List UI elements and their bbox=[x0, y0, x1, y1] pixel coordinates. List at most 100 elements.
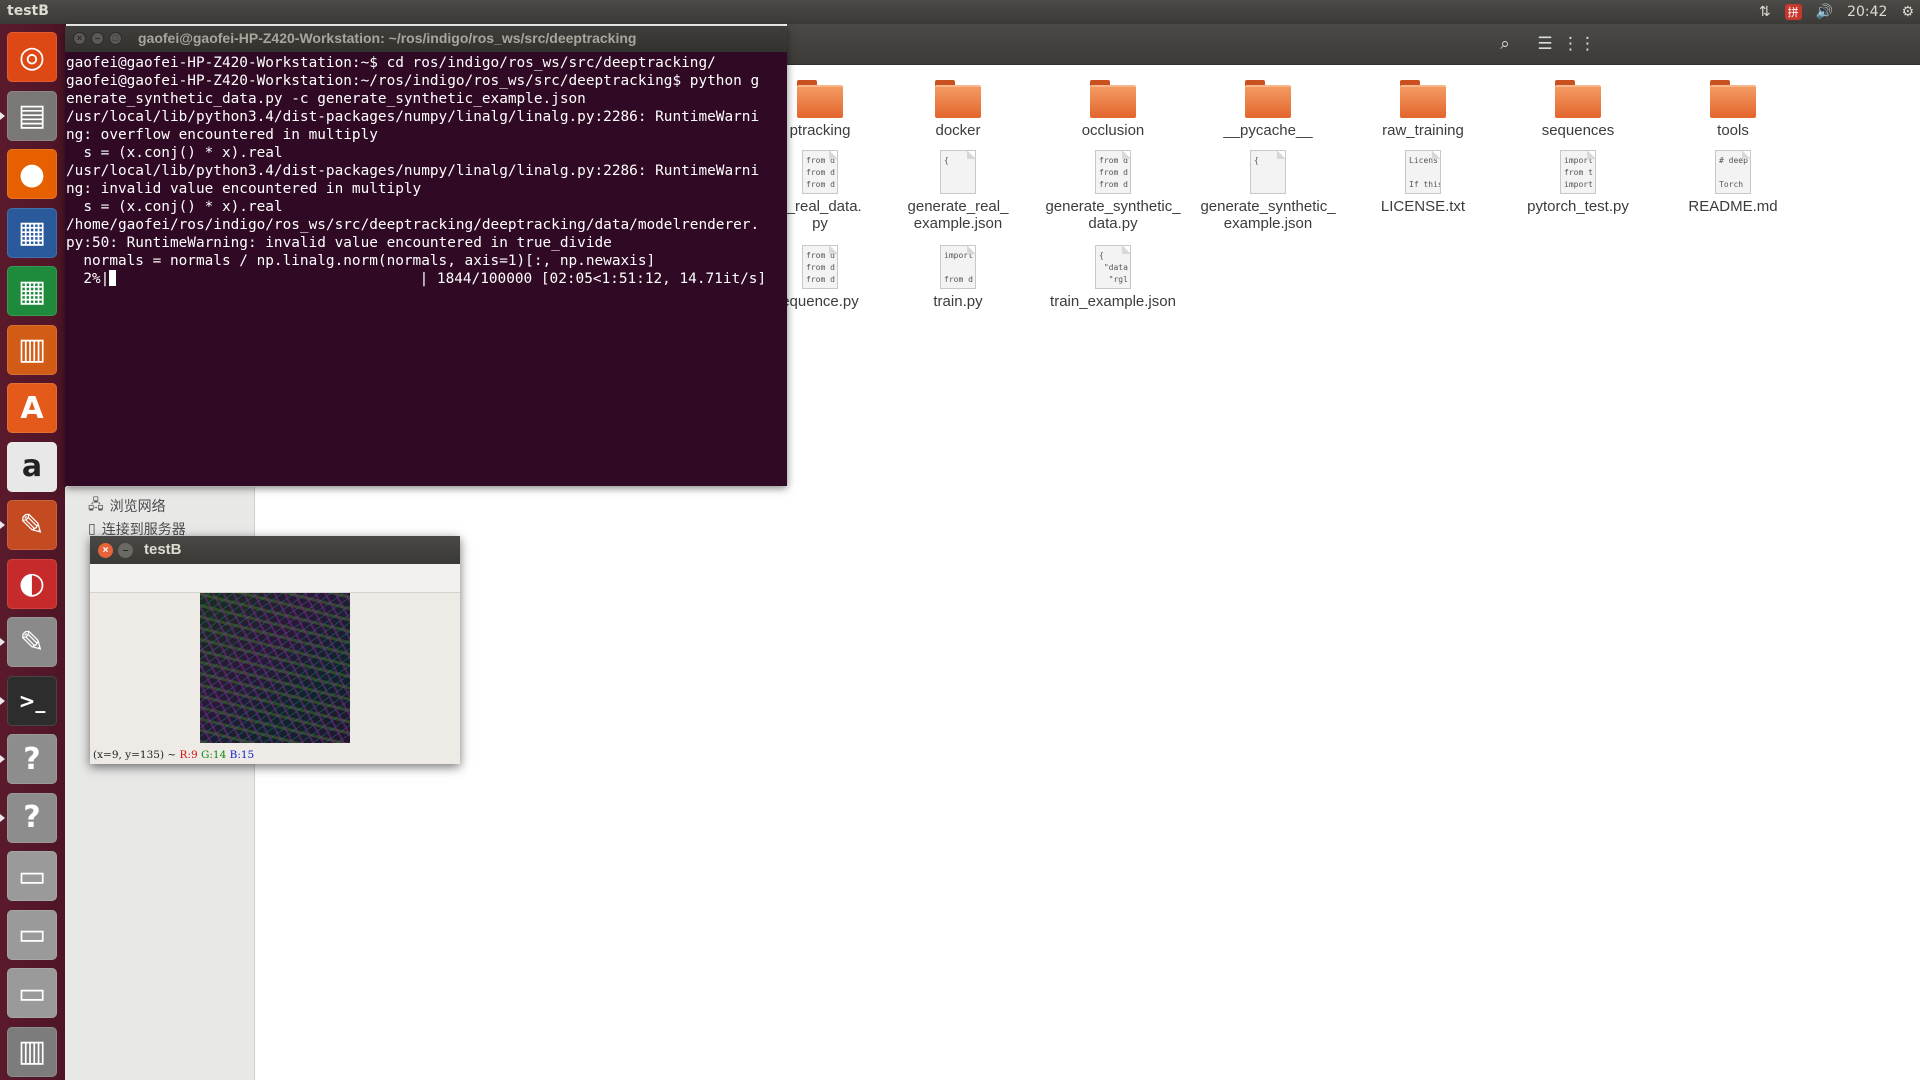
terminal-output[interactable]: gaofei@gaofei-HP-Z420-Workstation:~$ cd … bbox=[65, 54, 766, 288]
folder-icon bbox=[1090, 80, 1136, 118]
launcher-item-system-settings[interactable]: ✎ bbox=[0, 500, 57, 550]
document-icon: from d from d from d bbox=[1095, 150, 1131, 194]
file-name-label: generate_real_ example.json bbox=[907, 198, 1009, 232]
file-item[interactable]: { "data "rgl train_example.json bbox=[1038, 245, 1188, 310]
running-indicator bbox=[0, 638, 5, 646]
settings-tools-icon: ✎ bbox=[19, 507, 45, 543]
folder-item[interactable]: raw_training bbox=[1348, 80, 1498, 139]
disk-drive-icon: ▭ bbox=[17, 917, 47, 952]
trash-icon: ▥ bbox=[17, 1034, 47, 1069]
terminal-titlebar[interactable]: × – □ gaofei@gaofei-HP-Z420-Workstation:… bbox=[65, 26, 787, 52]
testb-titlebar[interactable]: × – testB bbox=[90, 536, 460, 564]
maximize-icon[interactable]: □ bbox=[109, 32, 122, 45]
minimize-icon[interactable]: – bbox=[118, 543, 133, 558]
launcher-item-drive-1[interactable]: ▭ bbox=[7, 851, 57, 901]
folder-item[interactable]: docker bbox=[883, 80, 1033, 139]
launcher-item-libreoffice-impress[interactable]: ▥ bbox=[7, 324, 57, 375]
launcher-item-software-center[interactable]: A bbox=[7, 383, 57, 433]
disk-drive-icon: ▭ bbox=[17, 858, 47, 894]
folder-item[interactable]: __pycache__ bbox=[1193, 80, 1343, 139]
launcher-item-terminal[interactable]: >_ bbox=[0, 675, 57, 726]
file-item[interactable]: # deep Torch README.md bbox=[1658, 150, 1808, 215]
folder-icon bbox=[1245, 80, 1291, 118]
launcher-item-libreoffice-writer[interactable]: ▦ bbox=[7, 207, 57, 258]
text-editor-icon: ✎ bbox=[19, 624, 45, 660]
running-indicator bbox=[0, 111, 5, 120]
progress-suffix: | 1844/100000 [02:05<1:51:12, 14.71it/s] bbox=[419, 271, 767, 287]
launcher-item-text-editor[interactable]: ✎ bbox=[0, 617, 57, 667]
file-name-label: occlusion bbox=[1081, 122, 1145, 139]
clock[interactable]: 20:42 bbox=[1847, 4, 1887, 20]
sidebar-item-label: 浏览网络 bbox=[109, 499, 166, 515]
files-cabinet-icon: ▤ bbox=[17, 98, 47, 133]
impress-icon: ▥ bbox=[17, 332, 47, 367]
calc-icon: ▦ bbox=[17, 273, 47, 309]
pixel-status: (x=9, y=135) ~ R:9 G:14 B:15 bbox=[93, 749, 254, 761]
launcher-item-drive-3[interactable]: ▭ bbox=[7, 968, 57, 1018]
launcher-item-firefox[interactable]: ● bbox=[7, 149, 57, 199]
server-icon: ▯ bbox=[88, 521, 96, 537]
launcher-item-drive-2[interactable]: ▭ bbox=[7, 909, 57, 960]
running-indicator bbox=[0, 696, 5, 705]
document-icon: import from t import bbox=[1560, 150, 1596, 194]
folder-icon bbox=[1555, 80, 1601, 118]
terminal-title: gaofei@gaofei-HP-Z420-Workstation: ~/ros… bbox=[138, 30, 637, 46]
close-icon[interactable]: × bbox=[98, 543, 113, 558]
file-item[interactable]: {generate_real_ example.json bbox=[883, 150, 1033, 232]
file-name-label: generate_synthetic_ example.json bbox=[1200, 198, 1336, 232]
software-center-bag-icon: A bbox=[20, 390, 44, 426]
input-method-icon[interactable]: 拼 bbox=[1784, 4, 1802, 20]
terminal-window[interactable]: × – □ gaofei@gaofei-HP-Z420-Workstation:… bbox=[65, 26, 787, 486]
launcher-item-pdf-viewer[interactable]: ◐ bbox=[7, 558, 57, 609]
minimize-icon[interactable]: – bbox=[91, 32, 104, 45]
launcher-item-unknown-app-2[interactable]: ? bbox=[0, 792, 57, 843]
sidebar-item-browse-network[interactable]: 🖧 浏览网络 bbox=[88, 494, 166, 518]
file-item[interactable]: import from d train.py bbox=[883, 245, 1033, 310]
file-name-label: train_example.json bbox=[1050, 293, 1176, 310]
testb-title: testB bbox=[144, 541, 182, 558]
launcher-item-amazon[interactable]: a bbox=[7, 441, 57, 492]
firefox-icon: ● bbox=[18, 156, 46, 192]
file-name-label: pytorch_test.py bbox=[1527, 198, 1629, 215]
folder-item[interactable]: sequences bbox=[1503, 80, 1653, 139]
launcher-item-libreoffice-calc[interactable]: ▦ bbox=[7, 266, 57, 316]
file-name-label: README.md bbox=[1688, 198, 1778, 215]
document-icon: { "data "rgl bbox=[1095, 245, 1131, 289]
terminal-icon: >_ bbox=[18, 688, 46, 713]
launcher-item-dash-home[interactable]: ◎ bbox=[7, 32, 57, 82]
settings-gear-icon[interactable]: ⚙ bbox=[1901, 4, 1914, 20]
file-item[interactable]: from d from d from d generate_synthetic_ … bbox=[1038, 150, 1188, 232]
file-name-label: raw_training bbox=[1382, 122, 1464, 139]
network-arrows-icon[interactable]: ⇅ bbox=[1759, 4, 1771, 20]
folder-item[interactable]: occlusion bbox=[1038, 80, 1188, 139]
running-indicator bbox=[0, 755, 5, 763]
disk-drive-icon: ▭ bbox=[17, 975, 47, 1011]
document-icon: import from d bbox=[940, 245, 976, 289]
file-item[interactable]: import from t import pytorch_test.py bbox=[1503, 150, 1653, 215]
question-mark-icon: ? bbox=[23, 741, 41, 777]
launcher-item-trash[interactable]: ▥ bbox=[7, 1026, 57, 1077]
network-icon: 🖧 bbox=[88, 497, 104, 513]
volume-icon[interactable]: 🔊 bbox=[1816, 4, 1833, 20]
list-view-icon[interactable]: ☰ bbox=[1530, 32, 1560, 56]
folder-icon bbox=[1710, 80, 1756, 118]
file-name-label: __pycache__ bbox=[1223, 122, 1313, 139]
pixel-g: G:14 bbox=[200, 749, 227, 761]
active-app-title: testB bbox=[7, 3, 49, 19]
file-item[interactable]: {generate_synthetic_ example.json bbox=[1193, 150, 1343, 232]
folder-item[interactable]: tools bbox=[1658, 80, 1808, 139]
file-name-label: train.py bbox=[933, 293, 983, 310]
file-name-label: LICENSE.txt bbox=[1380, 198, 1466, 215]
search-icon[interactable]: ⌕ bbox=[1490, 32, 1520, 56]
close-icon[interactable]: × bbox=[73, 32, 86, 45]
document-icon: from d from d from d bbox=[802, 245, 838, 289]
rendered-image[interactable] bbox=[200, 593, 350, 743]
launcher-item-files[interactable]: ▤ bbox=[0, 90, 57, 141]
pdf-viewer-icon: ◐ bbox=[18, 566, 46, 601]
progress-prefix: 2%| bbox=[66, 271, 110, 287]
file-item[interactable]: Licens If this LICENSE.txt bbox=[1348, 150, 1498, 215]
file-name-label: sequences bbox=[1541, 122, 1615, 139]
testb-window[interactable]: × – testB (x=9, y=135) ~ R:9 G:14 B:15 bbox=[90, 536, 460, 764]
launcher-item-unknown-app-1[interactable]: ? bbox=[0, 734, 57, 784]
grid-view-icon[interactable]: ⋮⋮ bbox=[1562, 32, 1596, 56]
